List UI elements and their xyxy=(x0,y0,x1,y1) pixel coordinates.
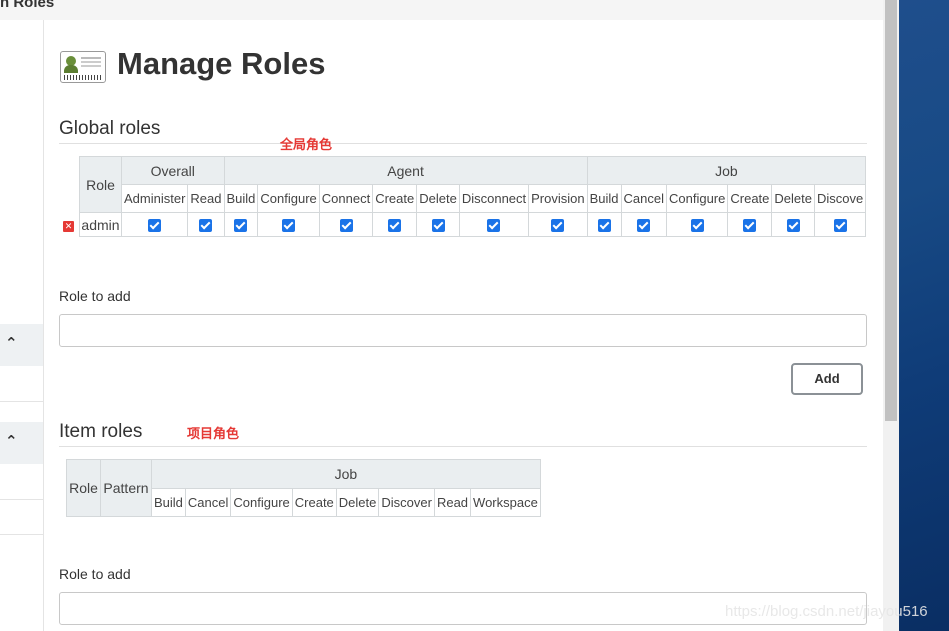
item-permission-header-workspace: Workspace xyxy=(470,487,541,517)
watermark: https://blog.csdn.net/jiayou516 xyxy=(725,603,928,620)
permission-cell xyxy=(372,212,418,237)
permission-cell xyxy=(416,212,460,237)
permission-cell xyxy=(528,212,588,237)
global-role-to-add-input[interactable] xyxy=(59,314,867,347)
permission-header-agent-connect: Connect xyxy=(318,184,374,213)
permission-header-agent-provision: Provision xyxy=(528,184,588,213)
permission-header-job-cancel: Cancel xyxy=(620,184,668,213)
permission-cell xyxy=(458,212,530,237)
item-permission-header-configure: Configure xyxy=(230,487,293,517)
table-row: admin xyxy=(79,212,867,237)
group-header-agent: Agent xyxy=(223,156,588,185)
side-divider xyxy=(0,499,43,500)
permission-cell xyxy=(813,212,867,237)
global-role-to-add-label: Role to add xyxy=(59,288,131,304)
pattern-column-header: Pattern xyxy=(100,459,152,517)
side-panel: ⌃ ⌃ xyxy=(0,20,44,631)
role-column-header: Role xyxy=(66,459,101,517)
group-header-overall: Overall xyxy=(121,156,225,185)
permission-header-job-configure: Configure xyxy=(665,184,729,213)
vertical-scrollbar[interactable] xyxy=(883,0,899,631)
permission-checkbox[interactable] xyxy=(637,219,651,233)
global-roles-table: Role Overall Agent Job Administer Read Build… xyxy=(79,156,867,237)
top-bar: n Roles xyxy=(0,0,883,20)
item-permission-header-delete: Delete xyxy=(335,487,380,517)
item-permission-header-build: Build xyxy=(151,487,186,517)
permission-header-job-delete: Delete xyxy=(771,184,815,213)
permission-checkbox[interactable] xyxy=(234,219,248,233)
global-roles-table-wrap: Role Overall Agent Job Administer Read Build… xyxy=(79,156,883,238)
global-roles-annotation: 全局角色 xyxy=(280,137,333,152)
permission-cell xyxy=(318,212,374,237)
permission-header-job-create: Create xyxy=(727,184,773,213)
breadcrumb-title: n Roles xyxy=(0,0,55,11)
permission-header-job-discove: Discove xyxy=(813,184,867,213)
permission-checkbox[interactable] xyxy=(833,219,847,233)
permission-cell xyxy=(620,212,668,237)
permission-checkbox[interactable] xyxy=(690,219,704,233)
job-group-header: Job xyxy=(151,459,541,489)
permission-cell xyxy=(257,212,320,237)
section-divider xyxy=(59,143,867,144)
item-roles-annotation: 项目角色 xyxy=(187,426,240,441)
permission-header-agent-build: Build xyxy=(223,184,259,213)
role-name: admin xyxy=(79,212,122,237)
item-permission-header-cancel: Cancel xyxy=(184,487,232,517)
item-permission-header-discover: Discover xyxy=(378,487,435,517)
permission-checkbox[interactable] xyxy=(487,219,501,233)
chevron-up-icon: ⌃ xyxy=(5,433,18,450)
permission-cell xyxy=(187,212,225,237)
side-divider xyxy=(0,401,43,402)
permission-checkbox[interactable] xyxy=(148,219,162,233)
permission-header-agent-configure: Configure xyxy=(257,184,320,213)
permission-checkbox[interactable] xyxy=(743,219,757,233)
permission-checkbox[interactable] xyxy=(339,219,353,233)
role-column-header: Role xyxy=(79,156,122,213)
section-divider xyxy=(59,446,867,447)
global-roles-title: Global roles xyxy=(59,118,161,139)
id-card-icon xyxy=(60,51,106,83)
permission-checkbox[interactable] xyxy=(431,219,445,233)
item-permission-header-read: Read xyxy=(433,487,472,517)
permission-checkbox[interactable] xyxy=(786,219,800,233)
permission-header-overall-read: Read xyxy=(187,184,225,213)
permission-header-agent-delete: Delete xyxy=(416,184,460,213)
item-roles-title: Item roles xyxy=(59,421,143,442)
delete-role-icon[interactable]: ✕ xyxy=(63,221,74,232)
permission-checkbox[interactable] xyxy=(388,219,402,233)
item-permission-header-create: Create xyxy=(291,487,337,517)
permission-cell xyxy=(120,212,189,237)
permission-checkbox[interactable] xyxy=(597,219,611,233)
permission-cell xyxy=(223,212,259,237)
desktop-background xyxy=(899,0,949,631)
side-divider xyxy=(0,534,43,535)
permission-header-job-build: Build xyxy=(586,184,622,213)
permission-header-agent-disconnect: Disconnect xyxy=(458,184,530,213)
permission-checkbox[interactable] xyxy=(282,219,296,233)
item-roles-table: Role Pattern Job Build Cancel Configure Cre… xyxy=(66,459,541,517)
permission-header-agent-create: Create xyxy=(372,184,418,213)
scrollbar-thumb[interactable] xyxy=(885,0,897,421)
add-button[interactable]: Add xyxy=(791,363,863,395)
permission-cell xyxy=(665,212,729,237)
permission-checkbox[interactable] xyxy=(199,219,213,233)
group-header-job: Job xyxy=(586,156,867,185)
permission-header-overall-administer: Administer xyxy=(120,184,189,213)
item-role-to-add-label: Role to add xyxy=(59,566,131,582)
permission-cell xyxy=(586,212,622,237)
permission-cell xyxy=(771,212,815,237)
page-title: Manage Roles xyxy=(117,46,326,81)
permission-cell xyxy=(727,212,773,237)
item-roles-table-wrap: Role Pattern Job Build Cancel Configure Cre… xyxy=(66,459,556,519)
permission-checkbox[interactable] xyxy=(551,219,565,233)
chevron-up-icon: ⌃ xyxy=(5,335,18,352)
collapse-button-1[interactable]: ⌃ xyxy=(0,324,43,366)
collapse-button-2[interactable]: ⌃ xyxy=(0,422,43,464)
